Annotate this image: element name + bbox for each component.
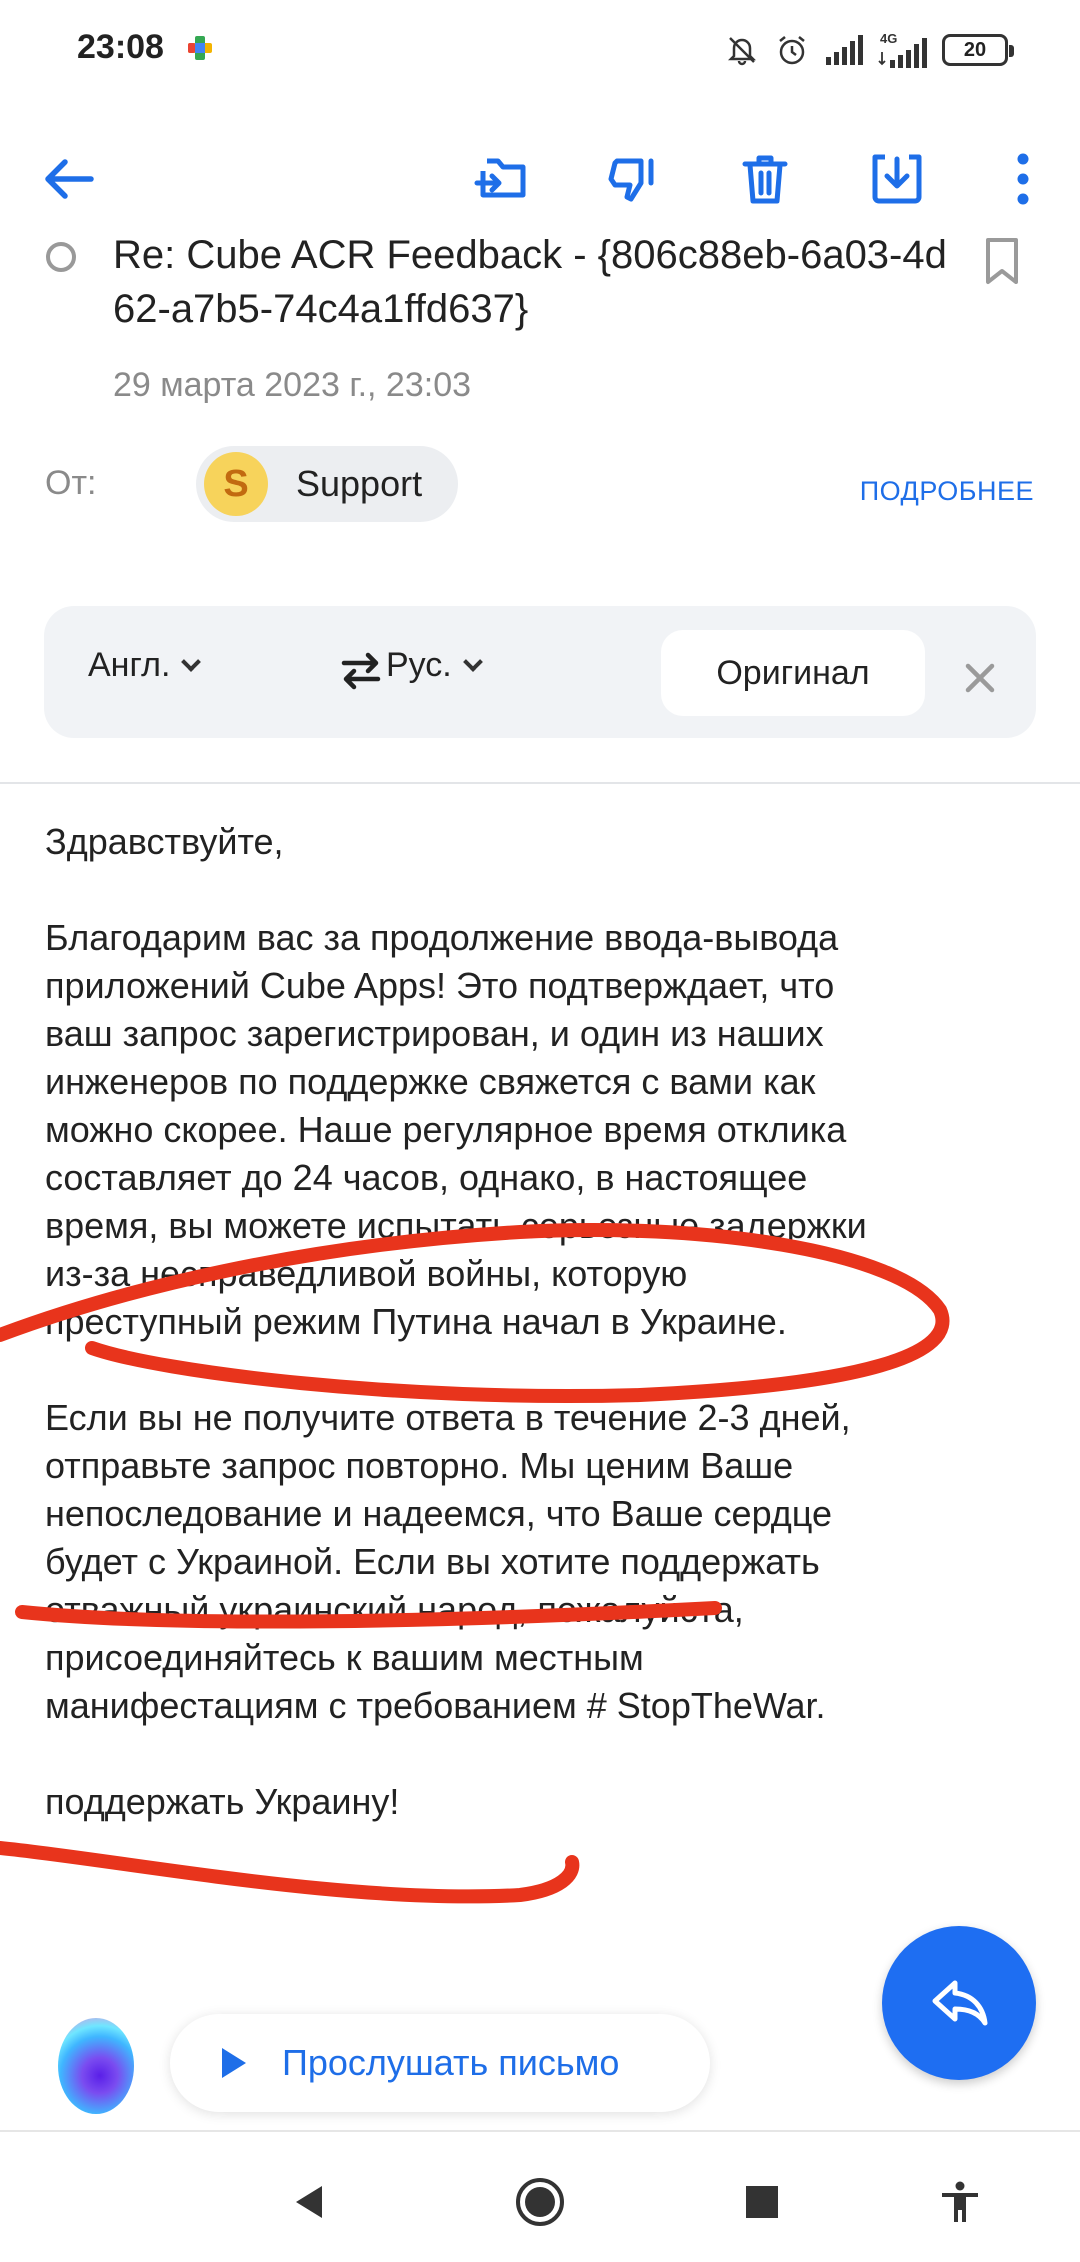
body-paragraph: Если вы не получите ответа в течение 2-3… (45, 1397, 851, 1726)
source-language-select[interactable]: Англ. (88, 646, 202, 685)
body-greeting: Здравствуйте, (45, 821, 284, 862)
spam-button[interactable] (598, 144, 668, 214)
accessibility-icon (942, 2181, 978, 2222)
status-icons: 4G 20 (724, 28, 1014, 72)
email-body: Здравствуйте, Благодарим вас за продолже… (45, 818, 1045, 1874)
move-to-folder-button[interactable] (468, 144, 538, 214)
body-paragraph: Благодарим вас за продолжение ввода-выво… (45, 917, 867, 1342)
swap-languages-icon[interactable] (336, 646, 386, 696)
battery-level: 20 (963, 38, 987, 61)
email-screen: 23:08 4G 20 Re: Cube ACR Feedback - {806… (0, 0, 1080, 2262)
battery-icon: 20 (942, 34, 1014, 66)
nav-home-icon (516, 2178, 564, 2226)
system-nav-bar (0, 2132, 1080, 2262)
move-to-folder-icon (474, 158, 526, 198)
show-original-button[interactable]: Оригинал (661, 630, 925, 716)
more-options-button[interactable] (988, 144, 1058, 214)
more-vert-icon (1017, 153, 1029, 205)
nav-recents-icon (746, 2186, 778, 2218)
signal-icon (826, 35, 863, 65)
unread-toggle[interactable] (46, 242, 76, 272)
chevron-down-icon (462, 651, 483, 672)
close-icon[interactable] (952, 650, 1008, 706)
nav-home-button[interactable] (510, 2172, 570, 2232)
target-language-label: Рус. (386, 646, 452, 684)
app-notification-icon (188, 36, 212, 60)
chevron-down-icon (181, 651, 202, 672)
back-button[interactable] (34, 144, 104, 214)
reply-button[interactable] (882, 1926, 1036, 2080)
nav-back-icon (296, 2186, 322, 2218)
listen-email-button[interactable]: Прослушать письмо (170, 2014, 710, 2112)
source-language-label: Англ. (88, 646, 171, 684)
target-language-select[interactable]: Рус. (386, 646, 483, 685)
email-toolbar (0, 130, 1080, 224)
svg-text:4G: 4G (880, 31, 897, 46)
reply-icon (932, 1980, 988, 2026)
play-icon (222, 2048, 246, 2078)
divider (0, 782, 1080, 784)
sender-chip[interactable]: S Support (196, 446, 459, 522)
body-closing: поддержать Украину! (45, 1781, 400, 1822)
nav-back-button[interactable] (280, 2172, 340, 2232)
signal-4g-icon: 4G (878, 31, 927, 68)
archive-button[interactable] (862, 144, 932, 214)
spam-dislike-icon (608, 158, 654, 202)
from-label: От: (45, 464, 97, 502)
details-link[interactable]: ПОДРОБНЕЕ (860, 476, 1034, 507)
back-arrow-icon (45, 159, 94, 199)
trash-icon (742, 155, 788, 204)
translation-bar: Англ. Рус. Оригинал (44, 606, 1036, 738)
sender-name: Support (296, 463, 423, 504)
avatar: S (204, 452, 268, 516)
email-date: 29 марта 2023 г., 23:03 (113, 366, 472, 404)
accessibility-button[interactable] (930, 2172, 990, 2232)
archive-download-icon (872, 154, 922, 204)
mute-icon (727, 37, 757, 66)
delete-button[interactable] (730, 144, 800, 214)
nav-recents-button[interactable] (732, 2172, 792, 2232)
voice-assistant-icon[interactable] (58, 2018, 134, 2114)
status-time: 23:08 (77, 28, 164, 66)
alarm-icon (779, 36, 805, 65)
email-subject: Re: Cube ACR Feedback - {806c88eb-6a03-4… (113, 233, 947, 331)
bookmark-icon[interactable] (982, 236, 1022, 286)
listen-email-label: Прослушать письмо (282, 2042, 620, 2083)
status-bar: 23:08 4G 20 (0, 0, 1080, 100)
